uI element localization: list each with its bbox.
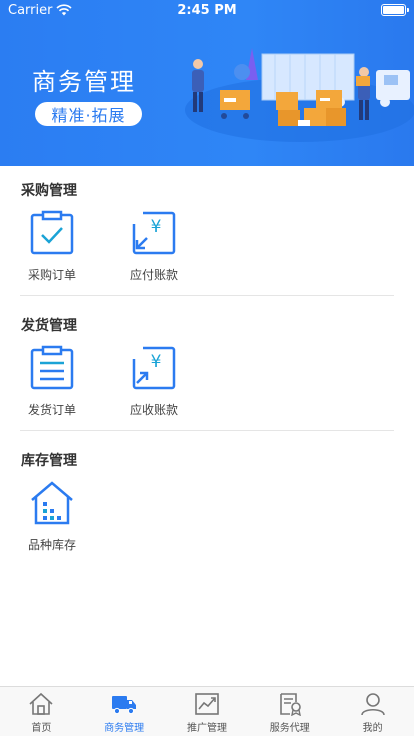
item-label: 应付账款 [129, 268, 178, 282]
banner-title: 商务管理 [32, 68, 136, 96]
divider [20, 295, 394, 296]
banner: 商务管理 精准·拓展 [0, 0, 414, 166]
home-icon [29, 692, 53, 715]
tab-business[interactable]: 商务管理 [83, 687, 166, 736]
status-bar: Carrier 2:45 PM [0, 0, 414, 20]
purchase-order-item[interactable]: 采购订单 [17, 210, 87, 283]
tab-label: 商务管理 [104, 723, 145, 734]
svg-text:¥: ¥ [151, 352, 162, 372]
tab-bar: 首页 商务管理 推广管理 服务代理 我的 [0, 686, 414, 736]
truck-icon [112, 696, 137, 715]
section-title: 采购管理 [21, 183, 77, 199]
yen-arrow-in-icon: ¥ [132, 211, 176, 255]
banner-subtitle: 精准·拓展 [35, 102, 142, 126]
yen-arrow-out-icon: ¥ [132, 346, 176, 390]
divider [20, 430, 394, 431]
shipping-order-item[interactable]: 发货订单 [17, 345, 87, 418]
tab-home[interactable]: 首页 [0, 687, 83, 736]
clipboard-check-icon [30, 210, 74, 255]
clipboard-list-icon [30, 345, 74, 390]
item-label: 应收账款 [129, 403, 178, 417]
tab-service-agent[interactable]: 服务代理 [248, 687, 331, 736]
tab-label: 我的 [362, 723, 383, 734]
section-title: 库存管理 [21, 453, 77, 469]
tab-promotion[interactable]: 推广管理 [166, 687, 249, 736]
tab-mine[interactable]: 我的 [331, 687, 414, 736]
clock: 2:45 PM [177, 2, 237, 18]
logistics-illustration [185, 48, 414, 142]
item-label: 发货订单 [27, 403, 76, 417]
section-inventory: 库存管理 品种库存 [0, 436, 414, 566]
section-title: 发货管理 [21, 318, 77, 334]
tab-label: 推广管理 [186, 723, 227, 734]
accounts-receivable-item[interactable]: ¥ 应收账款 [119, 345, 189, 418]
trend-chart-icon [195, 693, 219, 715]
svg-text:¥: ¥ [151, 217, 162, 237]
section-purchase: 采购管理 采购订单 ¥ 应付账款 [0, 166, 414, 296]
item-label: 采购订单 [27, 268, 76, 282]
warehouse-icon [31, 481, 73, 525]
tab-label: 服务代理 [269, 723, 310, 734]
accounts-payable-item[interactable]: ¥ 应付账款 [119, 210, 189, 283]
battery-icon [381, 4, 409, 16]
section-shipping: 发货管理 发货订单 ¥ 应收账款 [0, 301, 414, 431]
document-badge-icon [279, 693, 301, 716]
product-inventory-item[interactable]: 品种库存 [17, 480, 87, 553]
item-label: 品种库存 [27, 538, 76, 552]
user-icon [360, 693, 385, 716]
tab-label: 首页 [31, 723, 52, 734]
